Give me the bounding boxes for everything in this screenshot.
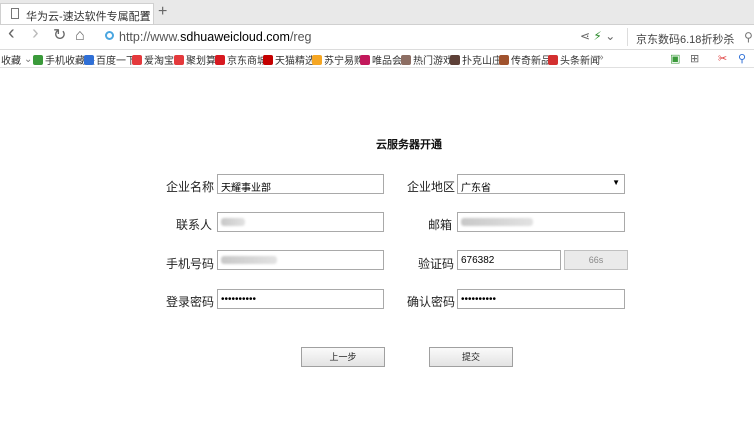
site-icon [105,31,114,40]
search-input[interactable]: 京东数码6.18折秒杀 [636,31,734,47]
share-icon[interactable]: ⋖ [580,29,590,43]
cut-icon[interactable]: ✂ [718,52,727,65]
send-code-button[interactable]: 66s [564,250,628,270]
redacted-text [461,218,533,227]
form-title: 云服务器开通 [376,139,442,151]
redacted-text [221,256,277,265]
phone-input[interactable] [217,250,384,270]
chevron-down-icon[interactable]: ⌄ [605,29,615,43]
contact-label: 联系人 [176,218,213,232]
news-icon [548,54,558,65]
password-input[interactable]: •••••••••• [217,289,384,309]
email-input[interactable] [457,212,625,232]
confirm-password-label: 确认密码 [407,295,456,309]
bookmark-item[interactable]: 头条新闻 [548,52,600,67]
browser-tab[interactable]: 华为云-速达软件专属配置 × [0,3,154,24]
bookmark-item[interactable]: 唯品会 [360,52,402,67]
page-icon [11,8,19,19]
bookmark-item[interactable]: 热门游戏 [401,52,453,67]
back-icon[interactable]: ‹ [8,23,15,43]
submit-button[interactable]: 提交 [429,347,513,367]
phone-icon [33,54,43,65]
suning-icon [312,54,322,65]
bookmark-item[interactable]: 京东商城 [215,52,267,67]
legend-icon [499,54,509,65]
url-actions: ⋖ ⚡ ⌄ [580,29,615,43]
company-name-label: 企业名称 [166,180,215,194]
bookmark-item[interactable]: 爱淘宝 [132,52,174,67]
tab-title: 华为云-速达软件专属配置 [26,11,151,23]
verification-code-input[interactable]: 676382 [457,250,561,270]
url-text: http://www.sdhuaweicloud.com/reg [119,30,312,44]
forward-icon[interactable]: › [32,23,39,43]
address-bar-row: ‹ › ↻ ⌂ http://www.sdhuaweicloud.com/reg… [0,23,754,50]
vip-icon [360,54,370,65]
search-box[interactable]: 京东数码6.18折秒杀 ⚲ [627,28,754,46]
confirm-password-input[interactable]: •••••••••• [457,289,625,309]
phone-label: 手机号码 [166,257,215,271]
bookmark-item[interactable]: 天猫精选 [263,52,315,67]
prev-step-button[interactable]: 上一步 [301,347,385,367]
home-icon[interactable]: ⌂ [75,27,85,45]
reload-icon[interactable]: ↻ [53,27,66,45]
company-name-input[interactable]: 天耀事业部 [217,174,384,194]
redacted-text [221,218,245,227]
region-label: 企业地区 [407,180,456,194]
search-tool-icon[interactable]: ⚲ [738,52,746,65]
code-label: 验证码 [418,257,455,271]
bookmark-item[interactable]: 聚划算 [174,52,216,67]
grid-icon[interactable]: ⊞ [690,52,699,65]
dropdown-arrow-icon: ▼ [612,178,620,187]
contact-input[interactable] [217,212,384,232]
reader-icon[interactable]: ▣ [670,52,680,65]
jd-icon [215,54,225,65]
taobao-icon [132,54,142,65]
bookmark-item[interactable]: 苏宁易购 [312,52,364,67]
bookmarks-bar: 收藏 ⌄ 手机收藏夹 百度一下 爱淘宝 聚划算 京东商城 天猫精选 苏宁易购 唯品… [0,50,754,68]
game-icon [401,54,411,65]
region-value: 广东省 [461,183,491,194]
bookmark-item[interactable]: 传奇新品 [499,52,551,67]
paw-icon [84,54,94,65]
search-icon[interactable]: ⚲ [744,30,753,44]
email-label: 邮箱 [428,218,453,232]
password-label: 登录密码 [166,295,215,309]
tab-bar: 华为云-速达软件专属配置 × + [0,0,754,25]
bolt-icon[interactable]: ⚡ [593,29,601,43]
url-field[interactable]: http://www.sdhuaweicloud.com/reg [101,28,575,46]
poker-icon [450,54,460,65]
close-tab-icon[interactable]: × [142,6,150,21]
bookmark-item[interactable]: 百度一下 [84,52,136,67]
bookmark-item[interactable]: 扑克山庄 [450,52,502,67]
new-tab-icon[interactable]: + [158,3,167,21]
region-select[interactable]: 广东省 ▼ [457,174,625,194]
juhuasuan-icon [174,54,184,65]
more-bookmarks-icon[interactable]: » [598,52,604,63]
favorites-menu[interactable]: 收藏 ⌄ [1,52,32,67]
tmall-icon [263,54,273,65]
